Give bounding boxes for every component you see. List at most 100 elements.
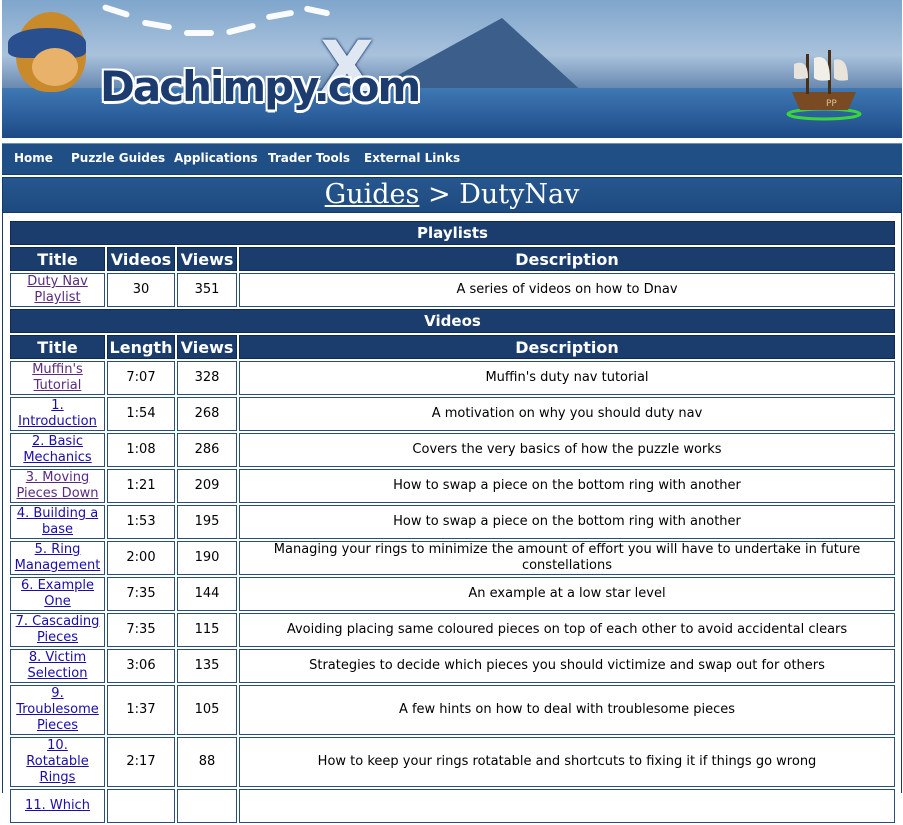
playlist-link[interactable]: Duty Nav Playlist	[27, 274, 88, 305]
description-cell: Strategies to decide which pieces you sh…	[239, 649, 895, 683]
title-cell: 2. Basic Mechanics	[10, 433, 105, 467]
description-cell: An example at a low star level	[239, 577, 895, 611]
page-title: Guides > DutyNav	[2, 177, 902, 213]
column-header: Views	[177, 335, 237, 359]
title-cell: 1. Introduction	[10, 397, 105, 431]
section-heading: Playlists	[10, 221, 895, 245]
length-cell: 7:07	[107, 361, 175, 395]
description-cell: A series of videos on how to Dnav	[239, 273, 895, 307]
video-link[interactable]: 7. Cascading Pieces	[16, 614, 100, 645]
length-cell: 1:08	[107, 433, 175, 467]
column-header: Views	[177, 247, 237, 271]
views-cell: 88	[177, 737, 237, 787]
views-cell: 209	[177, 469, 237, 503]
title-cell: 9. Troublesome Pieces	[10, 685, 105, 735]
video-link[interactable]: Muffin's Tutorial	[32, 362, 83, 393]
views-cell: 135	[177, 649, 237, 683]
column-header: Length	[107, 335, 175, 359]
video-link[interactable]: 5. Ring Management	[15, 542, 101, 573]
video-link[interactable]: 1. Introduction	[18, 398, 97, 429]
video-link[interactable]: 8. Victim Selection	[28, 650, 88, 681]
length-cell: 2:00	[107, 541, 175, 575]
views-cell: 144	[177, 577, 237, 611]
length-cell: 2:17	[107, 737, 175, 787]
nav-item-applications[interactable]: Applications	[174, 151, 258, 165]
column-header: Description	[239, 335, 895, 359]
table-row: 10. Rotatable Rings 2:17 88 How to keep …	[10, 737, 895, 787]
title-cell: 5. Ring Management	[10, 541, 105, 575]
table-row: 4. Building a base 1:53 195 How to swap …	[10, 505, 895, 539]
title-cell: 11. Which	[10, 789, 105, 823]
table-row: 8. Victim Selection 3:06 135 Strategies …	[10, 649, 895, 683]
length-cell: 1:53	[107, 505, 175, 539]
title-cell: 3. Moving Pieces Down	[10, 469, 105, 503]
video-link[interactable]: 10. Rotatable Rings	[26, 738, 88, 785]
breadcrumb-separator: >	[427, 179, 451, 210]
guides-table: Playlists Title Videos Views Description…	[8, 219, 897, 825]
nav-item-home[interactable]: Home	[14, 151, 53, 165]
views-cell	[177, 789, 237, 823]
section-heading: Videos	[10, 309, 895, 333]
nav-item-trader-tools[interactable]: Trader Tools	[268, 151, 350, 165]
count-cell: 30	[107, 273, 175, 307]
nav-item-puzzle-guides[interactable]: Puzzle Guides	[71, 151, 165, 165]
header-row: Title Videos Views Description	[10, 247, 895, 271]
title-cell: 4. Building a base	[10, 505, 105, 539]
length-cell: 1:54	[107, 397, 175, 431]
video-link[interactable]: 4. Building a base	[17, 506, 98, 537]
title-cell: 6. Example One	[10, 577, 105, 611]
column-header: Title	[10, 335, 105, 359]
column-header: Description	[239, 247, 895, 271]
table-row: 7. Cascading Pieces 7:35 115 Avoiding pl…	[10, 613, 895, 647]
table-row: Duty Nav Playlist 30 351 A series of vid…	[10, 273, 895, 307]
table-row: 9. Troublesome Pieces 1:37 105 A few hin…	[10, 685, 895, 735]
logo-text: Dachimpy.com	[100, 62, 421, 111]
video-link[interactable]: 11. Which	[25, 798, 90, 813]
table-row: 1. Introduction 1:54 268 A motivation on…	[10, 397, 895, 431]
video-link[interactable]: 9. Troublesome Pieces	[16, 686, 99, 733]
views-cell: 268	[177, 397, 237, 431]
description-cell: A motivation on why you should duty nav	[239, 397, 895, 431]
table-row: Muffin's Tutorial 7:07 328 Muffin's duty…	[10, 361, 895, 395]
length-cell: 7:35	[107, 577, 175, 611]
ship-flag-text: PP	[826, 99, 837, 109]
title-cell: 8. Victim Selection	[10, 649, 105, 683]
title-cell: 10. Rotatable Rings	[10, 737, 105, 787]
table-row: 2. Basic Mechanics 1:08 286 Covers the v…	[10, 433, 895, 467]
views-cell: 286	[177, 433, 237, 467]
table-row: 3. Moving Pieces Down 1:21 209 How to sw…	[10, 469, 895, 503]
breadcrumb-guides-link[interactable]: Guides	[325, 179, 420, 210]
breadcrumb-current: DutyNav	[459, 179, 580, 210]
views-cell: 190	[177, 541, 237, 575]
title-cell: Duty Nav Playlist	[10, 273, 105, 307]
table-row: 6. Example One 7:35 144 An example at a …	[10, 577, 895, 611]
description-cell	[239, 789, 895, 823]
views-cell: 105	[177, 685, 237, 735]
views-cell: 328	[177, 361, 237, 395]
column-header: Title	[10, 247, 105, 271]
views-cell: 351	[177, 273, 237, 307]
description-cell: Avoiding placing same coloured pieces on…	[239, 613, 895, 647]
length-cell: 7:35	[107, 613, 175, 647]
length-cell	[107, 789, 175, 823]
length-cell: 3:06	[107, 649, 175, 683]
video-link[interactable]: 6. Example One	[21, 578, 94, 609]
nav-item-external-links[interactable]: External Links	[364, 151, 460, 165]
section-row-videos: Videos	[10, 309, 895, 333]
video-link[interactable]: 2. Basic Mechanics	[23, 434, 91, 465]
views-cell: 195	[177, 505, 237, 539]
section-row-playlists: Playlists	[10, 221, 895, 245]
description-cell: How to swap a piece on the bottom ring w…	[239, 505, 895, 539]
main-nav: Home Puzzle Guides Applications Trader T…	[2, 143, 902, 175]
video-link[interactable]: 3. Moving Pieces Down	[16, 470, 98, 501]
length-cell: 1:37	[107, 685, 175, 735]
length-cell: 1:21	[107, 469, 175, 503]
site-banner: X Dachimpy.com PP	[2, 0, 902, 138]
table-row: 11. Which	[10, 789, 895, 823]
description-cell: Managing your rings to minimize the amou…	[239, 541, 895, 575]
description-cell: How to swap a piece on the bottom ring w…	[239, 469, 895, 503]
column-header: Videos	[107, 247, 175, 271]
title-cell: 7. Cascading Pieces	[10, 613, 105, 647]
description-cell: How to keep your rings rotatable and sho…	[239, 737, 895, 787]
description-cell: A few hints on how to deal with troubles…	[239, 685, 895, 735]
